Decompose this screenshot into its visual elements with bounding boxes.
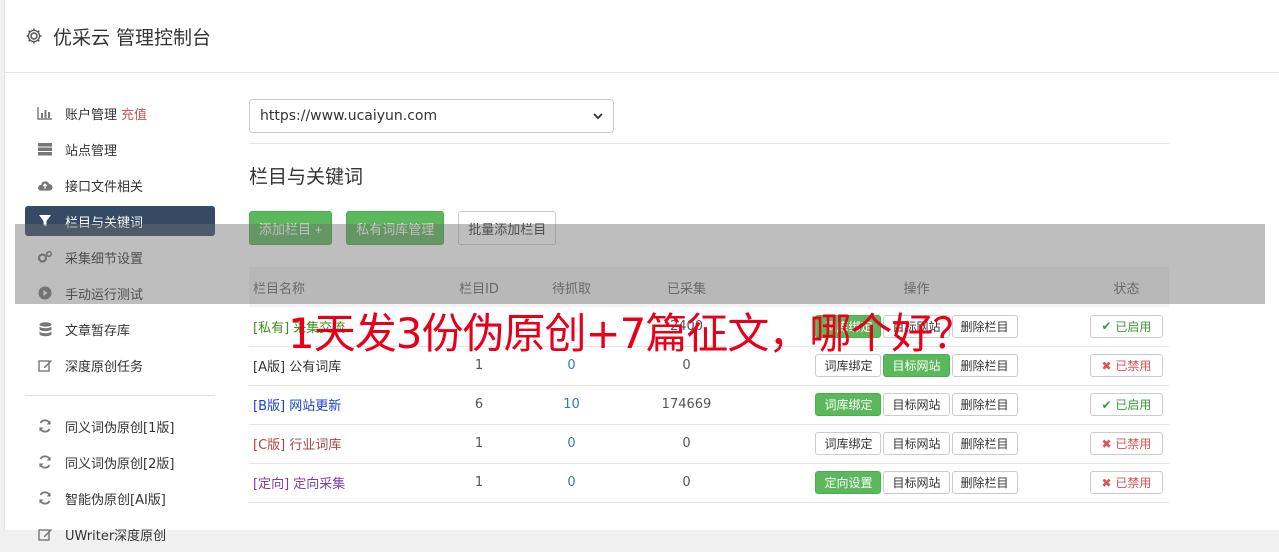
column-tag: [定向] [253,477,290,492]
sidebar-item-label: UWriter深度原创 [65,528,167,544]
dict-bind-button[interactable]: 词库绑定 [815,432,882,455]
row-status: ✖ 已禁用 [1084,424,1169,463]
close-icon: ✖ [1101,436,1116,451]
status-label: 已禁用 [1115,437,1152,451]
target-site-button[interactable]: 目标网站 [883,471,950,494]
page-header: 优采云 管理控制台 [5,0,1279,73]
gear-icon [25,27,43,45]
recharge-link[interactable]: 充值 [121,104,147,123]
sidebar-item-synonym-v2[interactable]: 同义词伪原创[2版] [25,444,215,480]
column-title: 公有词库 [289,360,342,375]
column-tag: [A版] [253,360,286,375]
column-id: 1 [474,475,484,490]
sidebar-item-interface[interactable]: 接口文件相关 [25,167,215,203]
row-actions: 词库绑定 目标网站 删除栏目 [749,424,1084,463]
sidebar-item-label: 智能伪原创[AI版] [65,492,166,508]
sidebar-item-synonym-v1[interactable]: 同义词伪原创[1版] [25,408,215,444]
column-name[interactable]: [定向] 定向采集 [249,463,439,502]
cloud-upload-icon [37,177,53,193]
column-title: 网站更新 [289,399,342,414]
pending-count: 10 [563,397,580,412]
status-badge[interactable]: ✔ 已启用 [1090,393,1163,416]
status-label: 已禁用 [1115,476,1152,490]
server-icon [37,141,53,157]
column-id: 6 [474,397,484,412]
collected-count: 0 [682,436,691,451]
sidebar-item-label: 接口文件相关 [65,179,144,195]
chevron-down-icon [593,108,603,124]
overlay-band [15,224,1265,304]
status-label: 已启用 [1115,398,1152,412]
sidebar-item-label: 同义词伪原创[2版] [65,456,175,472]
sidebar-item-deep-original[interactable]: 深度原创任务 [25,347,215,383]
table-row: [定向] 定向采集 1 0 0 定向设置 目标网站 删除栏目 ✖ 已禁用 [249,463,1169,502]
sidebar-item-sites[interactable]: 站点管理 [25,131,215,167]
sidebar-item-account[interactable]: 账户管理 充值 [25,95,215,131]
row-status: ✔ 已启用 [1084,307,1169,346]
status-label: 已禁用 [1115,359,1152,373]
sidebar-item-label: 文章暂存库 [65,323,131,339]
site-select-value: https://www.ucaiyun.com [260,108,438,124]
sidebar-item-label: 站点管理 [65,143,118,159]
site-select[interactable]: https://www.ucaiyun.com [249,99,614,133]
status-badge[interactable]: ✖ 已禁用 [1090,471,1163,494]
table-row: [B版] 网站更新 6 10 174669 词库绑定 目标网站 删除栏目 ✔ 已启用 [249,385,1169,424]
dict-bind-button[interactable]: 词库绑定 [815,393,882,416]
row-status: ✖ 已禁用 [1084,346,1169,385]
pending-count: 0 [567,475,576,490]
row-status: ✔ 已启用 [1084,385,1169,424]
targeted-settings-button[interactable]: 定向设置 [815,471,882,494]
pending-count: 0 [567,436,576,451]
edit-icon [37,357,53,373]
target-site-button[interactable]: 目标网站 [883,432,950,455]
column-name[interactable]: [B版] 网站更新 [249,385,439,424]
status-label: 已启用 [1115,319,1152,334]
sidebar: 账户管理 充值 站点管理 接口文件相关 栏目与关键词 采集细节设置 手动运行测试… [25,95,215,552]
collected-count: 174669 [661,397,712,412]
bar-chart-icon [37,105,53,121]
table-row: [C版] 行业词库 1 0 0 词库绑定 目标网站 删除栏目 ✖ 已禁用 [249,424,1169,463]
sidebar-item-ai-rewrite[interactable]: 智能伪原创[AI版] [25,480,215,516]
check-icon: ✔ [1101,319,1116,334]
close-icon: ✖ [1101,358,1116,373]
column-name[interactable]: [C版] 行业词库 [249,424,439,463]
status-badge[interactable]: ✔ 已启用 [1090,314,1163,338]
check-icon: ✔ [1101,397,1116,412]
column-tag: [私有] [253,320,290,336]
database-icon [37,321,53,337]
status-badge[interactable]: ✖ 已禁用 [1090,432,1163,455]
collected-count: 0 [682,475,691,490]
column-tag: [C版] [253,438,286,453]
column-title: 定向采集 [293,477,346,492]
column-tag: [B版] [253,399,286,414]
refresh-icon [37,454,53,470]
delete-column-button[interactable]: 删除栏目 [951,471,1018,494]
refresh-icon [37,490,53,506]
close-icon: ✖ [1101,475,1116,490]
sidebar-item-label: 同义词伪原创[1版] [65,420,175,436]
row-actions: 词库绑定 目标网站 删除栏目 [749,385,1084,424]
row-status: ✖ 已禁用 [1084,463,1169,502]
edit-icon [37,526,53,542]
overlay-caption: 1天发3份伪原创+7篇征文，哪个好？ [288,309,974,358]
delete-column-button[interactable]: 删除栏目 [951,432,1018,455]
sidebar-divider [25,395,215,396]
row-actions: 定向设置 目标网站 删除栏目 [749,463,1084,502]
column-id: 1 [474,436,484,451]
section-title: 栏目与关键词 [249,166,364,188]
sidebar-item-label: 深度原创任务 [65,359,144,375]
divider [249,143,1169,144]
refresh-icon [37,418,53,434]
delete-column-button[interactable]: 删除栏目 [951,393,1018,416]
column-title: 行业词库 [289,438,342,453]
page-title: 优采云 管理控制台 [53,26,212,49]
sidebar-item-uwriter[interactable]: UWriter深度原创 [25,516,215,552]
sidebar-item-label: 账户管理 [65,107,118,123]
sidebar-item-article-store[interactable]: 文章暂存库 [25,311,215,347]
status-badge[interactable]: ✖ 已禁用 [1090,354,1163,377]
target-site-button[interactable]: 目标网站 [883,393,950,416]
